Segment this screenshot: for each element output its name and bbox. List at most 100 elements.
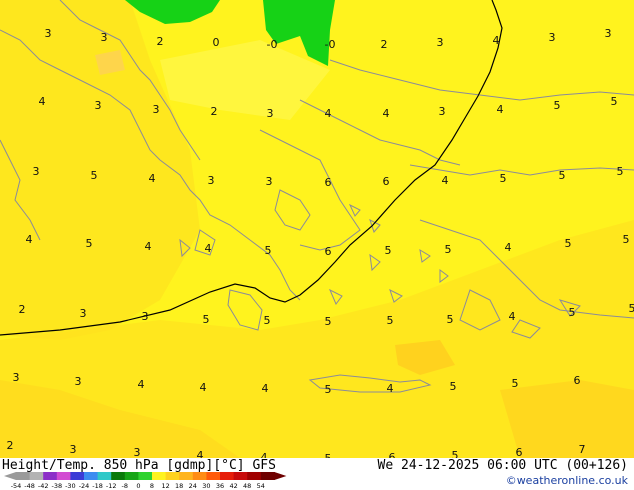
colorbar-tick-label: -48	[24, 482, 35, 490]
contour-label: 5	[623, 233, 630, 246]
colorbar-segment	[124, 472, 139, 480]
colorbar-tick-label: 8	[150, 482, 154, 490]
colorbar-segment	[206, 472, 221, 480]
colorbar-segment	[247, 472, 262, 480]
contour-label: 2	[157, 35, 164, 48]
contour-label: 5	[325, 383, 332, 396]
contour-label: 3	[266, 175, 273, 188]
contour-label: 5	[203, 313, 210, 326]
contour-label: 6	[389, 451, 396, 458]
contour-label: 4	[383, 107, 390, 120]
contour-label: 3	[95, 99, 102, 112]
contour-label: 5	[91, 169, 98, 182]
contour-label: 3	[134, 446, 141, 458]
contour-label: 4	[39, 95, 46, 108]
colorbar-segment	[97, 472, 112, 480]
contour-label: 6	[516, 446, 523, 458]
contour-label: -0	[325, 38, 336, 51]
colorbar-tick-label: 54	[257, 482, 265, 490]
colorbar-segment	[233, 472, 248, 480]
map-title: Height/Temp. 850 hPa [gdmp][°C] GFS	[2, 458, 276, 473]
credit-link[interactable]: ©weatheronline.co.uk	[506, 474, 628, 487]
contour-label: 4	[442, 174, 449, 187]
contour-label: 3	[101, 31, 108, 44]
colorbar-segment	[111, 472, 126, 480]
contour-label: 3	[75, 375, 82, 388]
contour-label: 3	[70, 443, 77, 456]
colorbar-segment	[138, 472, 153, 480]
colorbar-segment	[260, 472, 275, 480]
contour-label: 3	[153, 103, 160, 116]
contour-label: 5	[387, 314, 394, 327]
contour-label: 5	[264, 314, 271, 327]
contour-label: 5	[565, 237, 572, 250]
contour-label: 4	[200, 381, 207, 394]
colorbar-tick-label: 18	[175, 482, 183, 490]
contour-label: 5	[554, 99, 561, 112]
colorbar-tick-label: 42	[229, 482, 237, 490]
contour-label: 3	[45, 27, 52, 40]
contour-label: 4	[138, 378, 145, 391]
colorbar-segment	[165, 472, 180, 480]
contour-label: 7	[579, 443, 586, 456]
contour-label: 4	[26, 233, 33, 246]
colorbar-tick-label: 48	[243, 482, 251, 490]
contour-label: 5	[629, 302, 634, 315]
colorbar-tick-label: -54	[11, 482, 22, 490]
contour-label: 5	[445, 243, 452, 256]
map-footer: Height/Temp. 850 hPa [gdmp][°C] GFS We 2…	[0, 458, 634, 490]
contour-label: 3	[437, 36, 444, 49]
colorbar-left-arrow	[4, 472, 16, 480]
contour-label: 2	[381, 38, 388, 51]
contour-label: 3	[549, 31, 556, 44]
contour-label: 3	[33, 165, 40, 178]
map-canvas: 3 3 2 0 -0 -0 2 3 4 3 3 4 3 3 2 3 4 4 3 4 5 5 3 5 4 3 3 6 6 4 5 5 5 4 5 4 4 5…	[0, 0, 634, 458]
contour-label: 4	[149, 172, 156, 185]
contour-label: 5	[569, 306, 576, 319]
colorbar-segment	[220, 472, 235, 480]
contour-label: 3	[142, 310, 149, 323]
colorbar-segment	[56, 472, 71, 480]
contour-label: 5	[265, 244, 272, 257]
colorbar-tick-label: 12	[161, 482, 169, 490]
contour-label: 5	[559, 169, 566, 182]
colorbar-segment	[43, 472, 58, 480]
contour-label: -0	[267, 38, 278, 51]
colorbar-segment	[192, 472, 207, 480]
colorbar-tick-label: -18	[92, 482, 103, 490]
contour-label: 5	[86, 237, 93, 250]
colorbar-tick-label: -38	[51, 482, 62, 490]
colorbar-tick-label: 24	[189, 482, 197, 490]
contour-label: 5	[611, 95, 618, 108]
contour-label: 3	[80, 307, 87, 320]
contour-label: 2	[211, 105, 218, 118]
colorbar-segment	[16, 472, 31, 480]
contour-label: 3	[267, 107, 274, 120]
contour-label: 4	[262, 382, 269, 395]
colorbar-tick-label: -42	[38, 482, 49, 490]
colorbar-right-arrow	[274, 472, 287, 480]
contour-label: 6	[383, 175, 390, 188]
contour-label: 5	[617, 165, 624, 178]
colorbar-tick-label: 36	[216, 482, 224, 490]
contour-label: 4	[197, 449, 204, 458]
colorbar-segment	[152, 472, 167, 480]
contour-label: 3	[13, 371, 20, 384]
contour-label: 4	[205, 242, 212, 255]
colorbar-tick-label: 0	[136, 482, 140, 490]
contour-label: 5	[447, 313, 454, 326]
contour-label: 4	[493, 34, 500, 47]
colorbar-tick-label: -30	[65, 482, 76, 490]
contour-label: 5	[385, 244, 392, 257]
contour-label: 6	[325, 176, 332, 189]
contour-label: 4	[505, 241, 512, 254]
contour-label: 5	[450, 380, 457, 393]
forecast-datetime: We 24-12-2025 06:00 UTC (00+126)	[377, 458, 628, 473]
colorbar-segment	[179, 472, 194, 480]
contour-label: 4	[387, 382, 394, 395]
colorbar-tick-label: -24	[79, 482, 90, 490]
contour-label: 0	[213, 36, 220, 49]
contour-label: 5	[500, 172, 507, 185]
temperature-colorbar: -54 -48 -42 -38 -30 -24 -18 -12 -8 0 8 12 18 24 30 36 42…	[4, 472, 287, 490]
colorbar-tick-label: -8	[122, 482, 128, 490]
